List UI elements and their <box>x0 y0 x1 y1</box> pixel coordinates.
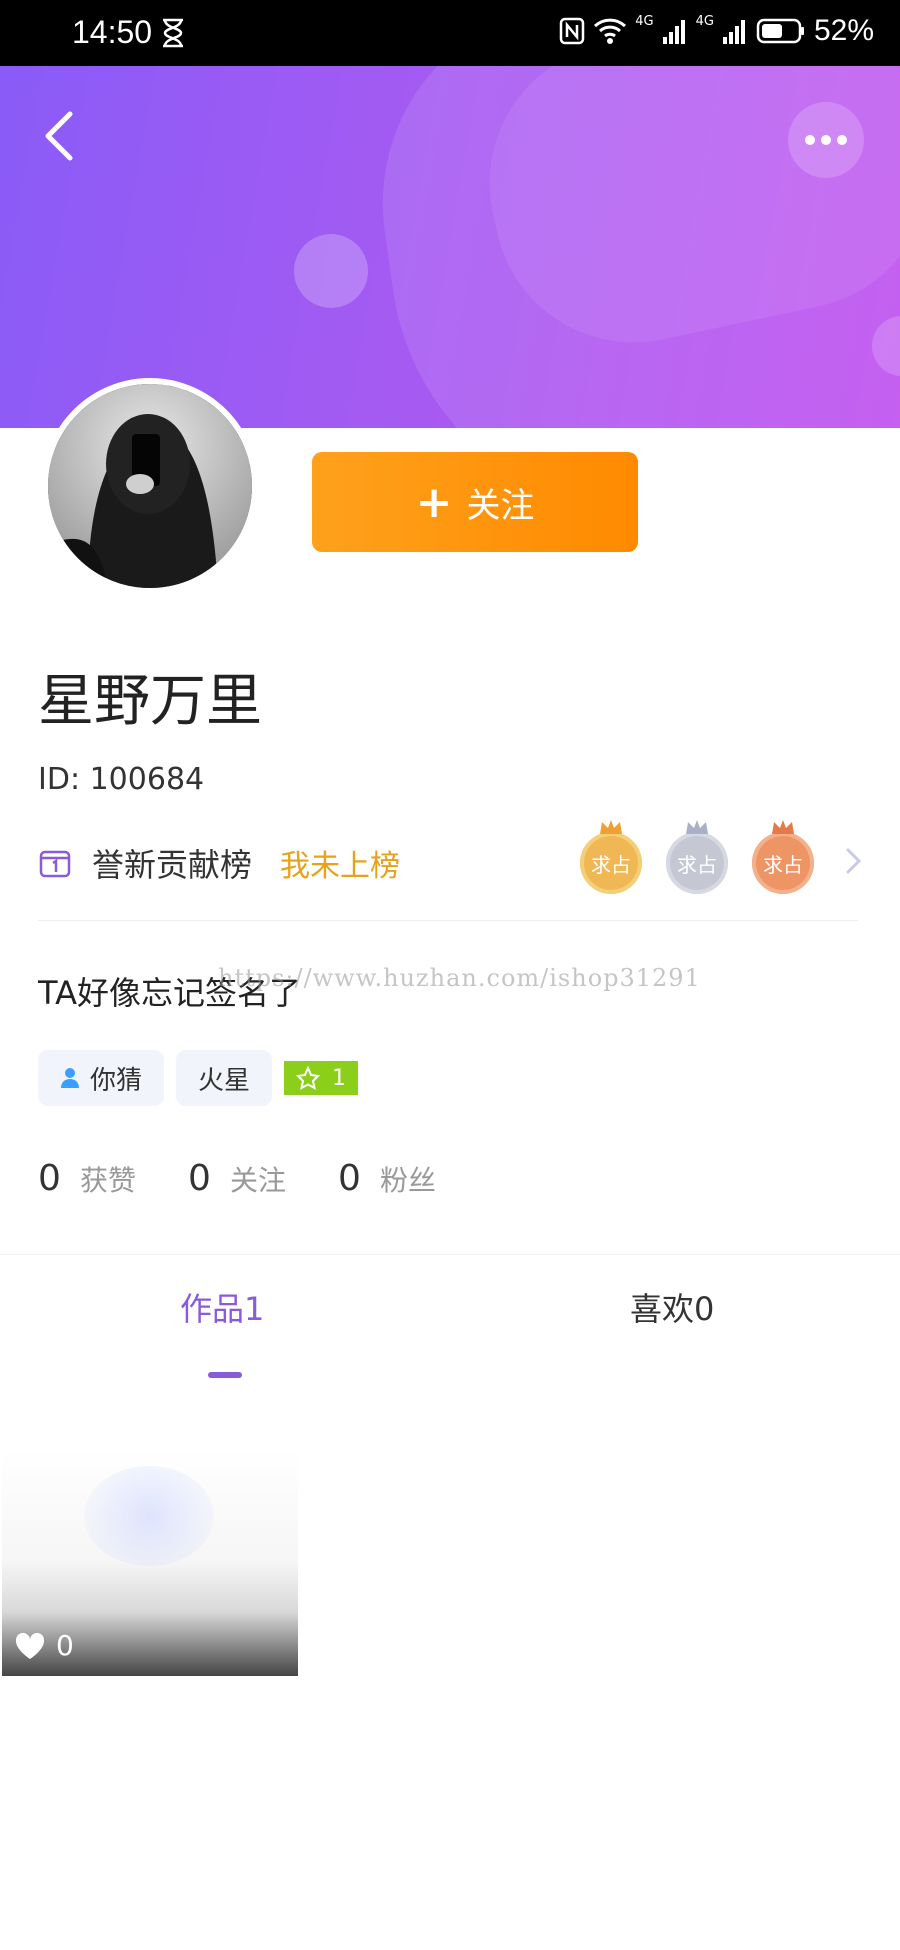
stat-likes-value: 0 <box>38 1158 61 1199</box>
more-dot <box>837 135 847 145</box>
work-card[interactable]: 0 <box>2 1448 298 1676</box>
ranking-medal-silver: 求占 <box>666 820 728 894</box>
avatar-image <box>48 384 252 588</box>
nfc-icon <box>559 17 585 45</box>
ranking-medals: 求占 求占 求占 <box>580 820 814 894</box>
zodiac-tag-label: 火星 <box>198 1065 251 1096</box>
medal-label: 求占 <box>677 852 717 877</box>
back-arrow-icon[interactable] <box>36 106 84 166</box>
status-bar: 14:50 4G 4G 52% <box>0 0 900 66</box>
crown-icon <box>686 820 708 834</box>
divider <box>38 920 858 921</box>
active-tab-indicator <box>208 1372 242 1378</box>
stat-likes-label: 获赞 <box>80 1164 137 1197</box>
crown-icon <box>600 820 622 834</box>
plus-icon: + <box>415 476 453 528</box>
battery-percent: 52% <box>813 14 874 47</box>
profile-name: 星野万里 <box>38 669 262 734</box>
stat-following-label: 关注 <box>230 1164 287 1197</box>
work-like-value: 0 <box>56 1629 74 1662</box>
more-options-button[interactable] <box>788 102 864 178</box>
profile-id: ID: 100684 <box>38 762 205 797</box>
signal-icon-2 <box>722 20 745 44</box>
tab-likes[interactable]: 喜欢0 <box>630 1284 714 1330</box>
medal-label: 求占 <box>763 852 803 877</box>
work-thumbnail <box>84 1466 214 1566</box>
battery-icon <box>756 18 804 44</box>
profile-stats: 0 获赞 0 关注 0 粉丝 <box>38 1158 436 1199</box>
section-divider <box>0 1254 900 1255</box>
tab-works[interactable]: 作品1 <box>180 1284 264 1330</box>
ranking-medal-gold: 求占 <box>580 820 642 894</box>
ranking-calendar-icon <box>39 850 71 878</box>
signal-icon <box>662 20 685 44</box>
level-value: 1 <box>332 1065 347 1091</box>
wifi-icon <box>594 18 627 44</box>
stat-following[interactable]: 0 关注 <box>188 1158 286 1199</box>
ranking-title: 誉新贡献榜 <box>92 846 253 884</box>
follow-button-label: 关注 <box>466 485 535 526</box>
banner-bubble <box>294 234 368 308</box>
hourglass-icon <box>163 18 183 48</box>
zodiac-tag: 火星 <box>176 1050 273 1106</box>
medal-label: 求占 <box>591 852 631 877</box>
ranking-medal-bronze: 求占 <box>752 820 814 894</box>
network-label-1: 4G <box>635 14 654 29</box>
stat-following-value: 0 <box>188 1158 211 1199</box>
contribution-ranking-row[interactable]: 誉新贡献榜 我未上榜 求占 求占 求占 <box>38 820 868 894</box>
follow-button[interactable]: + 关注 <box>312 452 638 552</box>
avatar[interactable] <box>42 378 258 594</box>
level-badge: 1 <box>284 1061 359 1095</box>
crown-icon <box>772 820 794 834</box>
watermark-text: https://www.huzhan.com/ishop31291 <box>218 964 701 992</box>
stat-likes[interactable]: 0 获赞 <box>38 1158 136 1199</box>
star-icon <box>296 1066 321 1090</box>
status-icons: 4G 4G 52% <box>559 14 874 48</box>
status-time: 14:50 <box>72 14 153 50</box>
profile-tags: 你猜 火星 1 <box>38 1050 359 1106</box>
stat-fans-value: 0 <box>338 1158 361 1199</box>
more-dots-icon <box>805 135 815 145</box>
profile-header-banner <box>0 66 900 428</box>
user-icon <box>61 1068 79 1088</box>
stat-fans[interactable]: 0 粉丝 <box>338 1158 436 1199</box>
ranking-status: 我未上榜 <box>280 849 401 884</box>
work-like-count: 0 <box>14 1629 74 1662</box>
more-dot <box>821 135 831 145</box>
stat-fans-label: 粉丝 <box>380 1164 437 1197</box>
heart-icon <box>15 1632 45 1659</box>
gender-tag-label: 你猜 <box>90 1065 143 1096</box>
chevron-right-icon[interactable] <box>844 844 864 878</box>
gender-tag: 你猜 <box>38 1050 165 1106</box>
network-label-2: 4G <box>695 14 714 29</box>
